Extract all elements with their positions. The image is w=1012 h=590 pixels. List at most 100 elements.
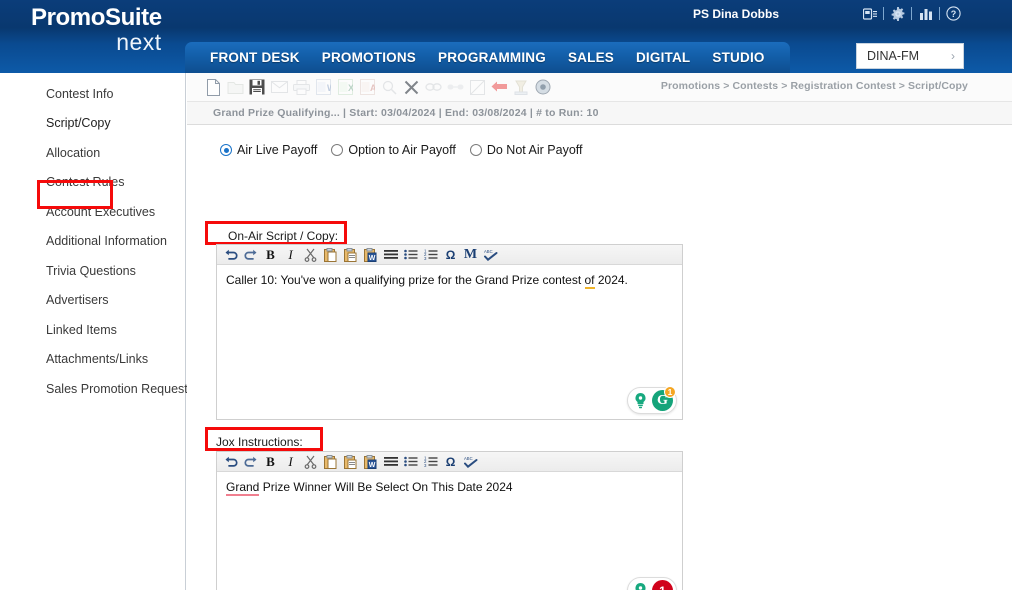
special-char-icon[interactable]: Ω <box>441 246 460 264</box>
export-excel-icon: X <box>334 76 356 98</box>
folder-icon <box>224 76 246 98</box>
id-card-icon[interactable] <box>861 5 878 22</box>
radio-option-to-air-payoff-control[interactable] <box>331 144 344 156</box>
grammarly-icon[interactable]: G 1 <box>652 386 676 411</box>
radio-air-live-payoff-control[interactable] <box>220 144 232 156</box>
svg-text:W: W <box>369 255 376 262</box>
page-body: Contest Info Script/Copy Allocation Cont… <box>0 73 1012 590</box>
header-divider <box>911 7 912 20</box>
bold-icon[interactable]: B <box>261 246 280 264</box>
jox-instructions-text[interactable]: Grand Prize Winner Will Be Select On Thi… <box>217 472 682 590</box>
lightbulb-icon[interactable] <box>631 391 650 410</box>
special-char-icon[interactable]: Ω <box>441 453 460 471</box>
italic-icon[interactable]: I <box>281 246 300 264</box>
radio-do-not-air-payoff[interactable]: Do Not Air Payoff <box>469 143 583 157</box>
jox-text-after: Prize Winner Will Be Select On This Date… <box>259 480 513 494</box>
nav-digital[interactable]: DIGITAL <box>625 50 701 65</box>
chart-icon[interactable] <box>917 5 934 22</box>
sidebar-item-allocation[interactable]: Allocation <box>0 138 185 168</box>
undo-icon[interactable] <box>221 246 240 264</box>
sidebar-item-additional-information[interactable]: Additional Information <box>0 227 185 257</box>
radio-do-not-air-payoff-control[interactable] <box>469 144 482 156</box>
nav-programming[interactable]: PROGRAMMING <box>427 50 557 65</box>
nav-sales[interactable]: SALES <box>557 50 625 65</box>
nav-front-desk[interactable]: FRONT DESK <box>199 50 311 65</box>
sidebar-item-linked-items[interactable]: Linked Items <box>0 315 185 345</box>
sidebar-item-advertisers[interactable]: Advertisers <box>0 286 185 316</box>
nav-promotions[interactable]: PROMOTIONS <box>311 50 427 65</box>
numbered-list-icon[interactable]: 123 <box>421 246 440 264</box>
italic-icon[interactable]: I <box>281 453 300 471</box>
sidebar-item-account-executives[interactable]: Account Executives <box>0 197 185 227</box>
sidebar-item-script-copy[interactable]: Script/Copy <box>0 109 185 139</box>
content-area: Air Live Payoff Option to Air Payoff Do … <box>187 125 1012 590</box>
svg-text:X: X <box>348 83 353 93</box>
on-air-script-editor[interactable]: B I W 1 2 3 Ω M ABC Caller 10: You've wo… <box>216 244 683 420</box>
edit-note-icon <box>466 76 488 98</box>
redo-icon[interactable] <box>241 453 260 471</box>
lightbulb-icon[interactable] <box>631 581 650 590</box>
breadcrumb: Promotions > Contests > Registration Con… <box>660 80 968 92</box>
email-icon <box>268 76 290 98</box>
action-toolbar: W X A <box>187 73 1012 102</box>
grammarly-issue-count: 1 <box>664 386 676 398</box>
spellcheck-icon[interactable]: ABC <box>481 246 500 264</box>
paste-plain-icon[interactable] <box>341 453 360 471</box>
sidebar-item-sales-promotion-request[interactable]: Sales Promotion Request <box>0 374 188 404</box>
alert-issue-count[interactable]: 1 <box>652 580 673 590</box>
sidebar-item-attachments-links[interactable]: Attachments/Links <box>0 345 185 375</box>
station-selector-value: DINA-FM <box>867 49 920 63</box>
numbered-list-icon[interactable]: 123 <box>421 453 440 471</box>
grammarly-badge-script[interactable]: G 1 <box>627 386 677 414</box>
paste-word-icon[interactable]: W <box>361 246 380 264</box>
save-icon[interactable] <box>246 76 268 98</box>
link-icon <box>422 76 444 98</box>
gear-icon[interactable] <box>889 5 906 22</box>
spellcheck-icon[interactable]: ABC <box>461 453 480 471</box>
radio-air-live-payoff[interactable]: Air Live Payoff <box>220 143 317 157</box>
new-document-icon[interactable] <box>202 76 224 98</box>
radio-option-to-air-payoff-label: Option to Air Payoff <box>348 143 456 157</box>
merge-field-icon[interactable]: M <box>461 246 480 264</box>
paste-word-icon[interactable]: W <box>361 453 380 471</box>
paste-plain-icon[interactable] <box>341 246 360 264</box>
cut-icon[interactable] <box>301 453 320 471</box>
radio-do-not-air-payoff-label: Do Not Air Payoff <box>486 143 583 157</box>
jox-instructions-editor[interactable]: B I W 1 2 3 Ω ABC Grand Prize Winner Wil… <box>216 451 683 590</box>
paste-icon[interactable] <box>321 246 340 264</box>
paste-icon[interactable] <box>321 453 340 471</box>
header-divider <box>883 7 884 20</box>
bullet-list-icon[interactable] <box>401 453 420 471</box>
app-logo[interactable]: PromoSuite next <box>31 6 162 54</box>
export-pdf-icon: A <box>356 76 378 98</box>
svg-text:?: ? <box>951 9 957 19</box>
svg-text:3: 3 <box>424 256 427 260</box>
justify-icon[interactable] <box>381 453 400 471</box>
chevron-right-icon: › <box>951 49 955 63</box>
radio-option-to-air-payoff[interactable]: Option to Air Payoff <box>331 143 456 157</box>
grammarly-badge-jox[interactable]: 1 <box>627 577 677 590</box>
delete-icon[interactable] <box>400 76 422 98</box>
help-icon[interactable]: ? <box>945 5 962 22</box>
svg-text:W: W <box>327 83 331 93</box>
settings-icon[interactable] <box>532 76 554 98</box>
brand-tagline: next <box>116 29 162 55</box>
unlink-icon <box>444 76 466 98</box>
on-air-script-text[interactable]: Caller 10: You've won a qualifying prize… <box>217 265 682 419</box>
nav-studio[interactable]: STUDIO <box>701 50 775 65</box>
header-divider <box>939 7 940 20</box>
jox-instructions-label: Jox Instructions: <box>216 435 303 449</box>
cut-icon[interactable] <box>301 246 320 264</box>
sidebar-item-trivia-questions[interactable]: Trivia Questions <box>0 256 185 286</box>
sidebar-item-contest-rules[interactable]: Contest Rules <box>0 168 185 198</box>
bullet-list-icon[interactable] <box>401 246 420 264</box>
sidebar-item-contest-info[interactable]: Contest Info <box>0 79 185 109</box>
bold-icon[interactable]: B <box>261 453 280 471</box>
justify-icon[interactable] <box>381 246 400 264</box>
redo-icon[interactable] <box>241 246 260 264</box>
station-selector[interactable]: DINA-FM › <box>856 43 964 69</box>
undo-icon[interactable] <box>221 453 240 471</box>
script-text-flagged-word: of <box>584 273 595 289</box>
header-icon-group: ? <box>861 5 962 22</box>
undo-arrow-icon[interactable] <box>488 76 510 98</box>
